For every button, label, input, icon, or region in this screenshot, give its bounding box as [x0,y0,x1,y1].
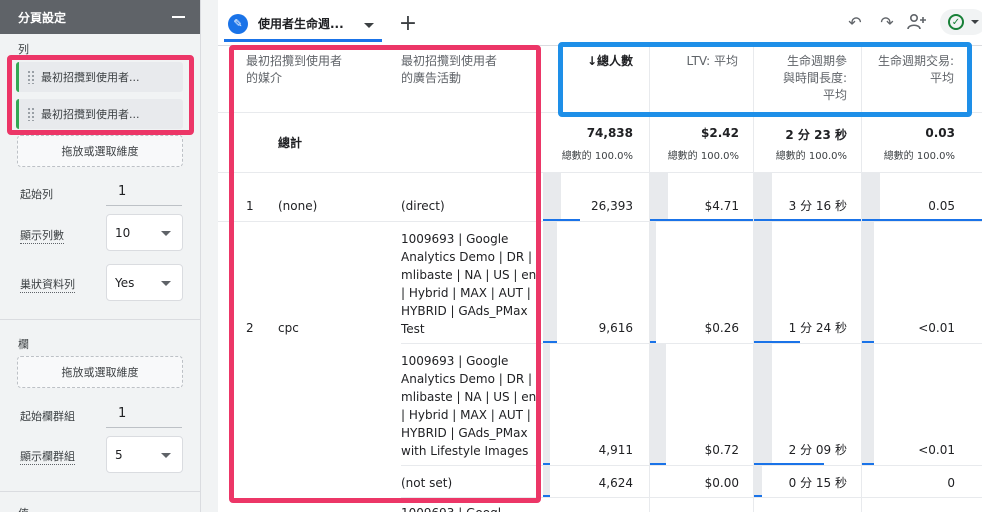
row-medium: (none) [278,199,318,213]
total-users-value: 74,838 [586,126,633,140]
rows-section-label: 列 [18,43,29,56]
header-total-users[interactable]: ↓總人數 [551,53,633,70]
rows-drop-zone[interactable]: 拖放或選取維度 [17,135,183,167]
row-index: 1 [246,199,254,213]
row-users: 4,911 [598,443,633,457]
header-engagement-avg[interactable]: 生命週期參 與時間長度: 平均 [753,53,847,104]
chevron-down-icon [971,20,979,24]
start-col-group-label: 起始欄群組 [20,410,75,423]
row-transactions: 0.05 [928,199,955,213]
header-transactions-avg[interactable]: 生命週期交易: 平均 [858,53,954,87]
total-engagement-value: 2 分 23 秒 [785,128,847,142]
section-divider [0,319,200,320]
row-campaign: (direct) [401,199,445,213]
panel-title: 分頁設定 [18,10,67,25]
row-ltv: $0.00 [704,476,739,490]
row-engagement: 2 分 09 秒 [788,443,847,457]
share-person-add-icon[interactable] [906,11,928,33]
row-users: 26,393 [591,199,633,213]
drag-handle-icon[interactable] [27,70,35,84]
row-campaign: (not set) [401,476,453,490]
check-circle-icon: ✓ [948,14,964,30]
row-dimension-chip[interactable]: 最初招攬到使用者... [16,99,183,129]
add-tab-button[interactable]: + [394,9,422,37]
columns-section-label: 欄 [18,338,29,351]
row-dimension-label: 最初招攬到使用者... [41,108,140,121]
tab-label: 使用者生命週... [258,17,344,31]
show-rows-label: 顯示列數 [20,229,64,244]
row-index: 2 [246,321,254,335]
total-users-pct: 總數的 100.0% [561,151,633,162]
show-rows-select[interactable]: 10 [106,214,183,251]
tab-user-lifecycle[interactable]: ✎ 使用者生命週... [224,8,382,42]
row-medium: cpc [278,321,299,335]
total-engagement-pct: 總數的 100.0% [775,151,847,162]
row-campaign: 1009693 | Google Analytics Demo | DR | mli… [401,232,537,336]
drag-handle-icon[interactable] [27,107,35,121]
columns-drop-zone[interactable]: 拖放或選取維度 [17,356,183,388]
row-ltv: $4.71 [704,199,739,213]
header-campaign[interactable]: 最初招攬到使用者 的廣告活動 [401,53,541,87]
chevron-down-icon [161,231,171,236]
total-ltv-value: $2.42 [701,126,739,140]
panel-header: 分頁設定 [0,0,200,34]
total-ltv-pct: 總數的 100.0% [667,151,739,162]
nested-rows-value: Yes [115,275,135,290]
values-section-label: 值 [18,505,29,512]
row-dimension-chip[interactable]: 最初招攬到使用者... [16,62,183,92]
tab-bar: ✎ 使用者生命週... + ↶ ↷ ✓ [218,0,982,46]
row-users: 9,616 [598,321,633,335]
nested-rows-label: 巢狀資料列 [20,278,75,293]
header-ltv-avg[interactable]: LTV: 平均 [650,53,738,70]
row-transactions: <0.01 [918,321,955,335]
start-row-label: 起始列 [20,188,53,201]
total-transactions-pct: 總數的 100.0% [883,151,955,162]
header-medium[interactable]: 最初招攬到使用者 的媒介 [246,53,386,87]
status-button[interactable]: ✓ [940,9,982,35]
redo-icon[interactable]: ↷ [876,11,898,33]
undo-icon[interactable]: ↶ [844,11,866,33]
start-col-group-input[interactable]: 1 [118,406,126,421]
total-transactions-value: 0.03 [925,126,955,140]
row-engagement: 3 分 16 秒 [788,199,847,213]
chevron-down-icon [161,281,171,286]
show-rows-value: 10 [115,225,131,240]
panel-gutter [201,0,218,512]
data-table: 最初招攬到使用者 的媒介 最初招攬到使用者 的廣告活動 ↓總人數 LTV: 平均 生… [218,46,982,512]
start-col-group-underline [106,427,182,428]
show-col-groups-value: 5 [115,447,123,462]
chevron-down-icon[interactable] [364,23,374,28]
chevron-down-icon [161,453,171,458]
totals-label: 總計 [278,136,303,150]
row-engagement: 1 分 24 秒 [788,321,847,335]
nested-rows-select[interactable]: Yes [106,264,183,301]
row-ltv: $0.26 [704,321,739,335]
row-engagement: 0 分 15 秒 [788,476,847,490]
row-transactions: <0.01 [918,443,955,457]
row-users: 4,624 [598,476,633,490]
minimize-icon[interactable] [172,16,185,18]
row-dimension-label: 最初招攬到使用者... [41,71,140,84]
row-ltv: $0.72 [704,443,739,457]
tab-settings-panel: 分頁設定 列 最初招攬到使用者... 最初招攬到使用者... 拖放或選取維度 起… [0,0,201,512]
start-row-underline [106,205,182,206]
row-transactions: 0 [947,476,955,490]
show-col-groups-select[interactable]: 5 [106,436,183,473]
pencil-icon: ✎ [228,13,248,34]
show-col-groups-label: 顯示欄群組 [20,450,75,465]
section-divider [0,491,200,492]
row-campaign: 1009693 | Google Analytics Demo | DR | mli… [401,354,537,458]
row-campaign: 1009693 | Googl [401,504,501,512]
start-row-input[interactable]: 1 [118,184,126,199]
